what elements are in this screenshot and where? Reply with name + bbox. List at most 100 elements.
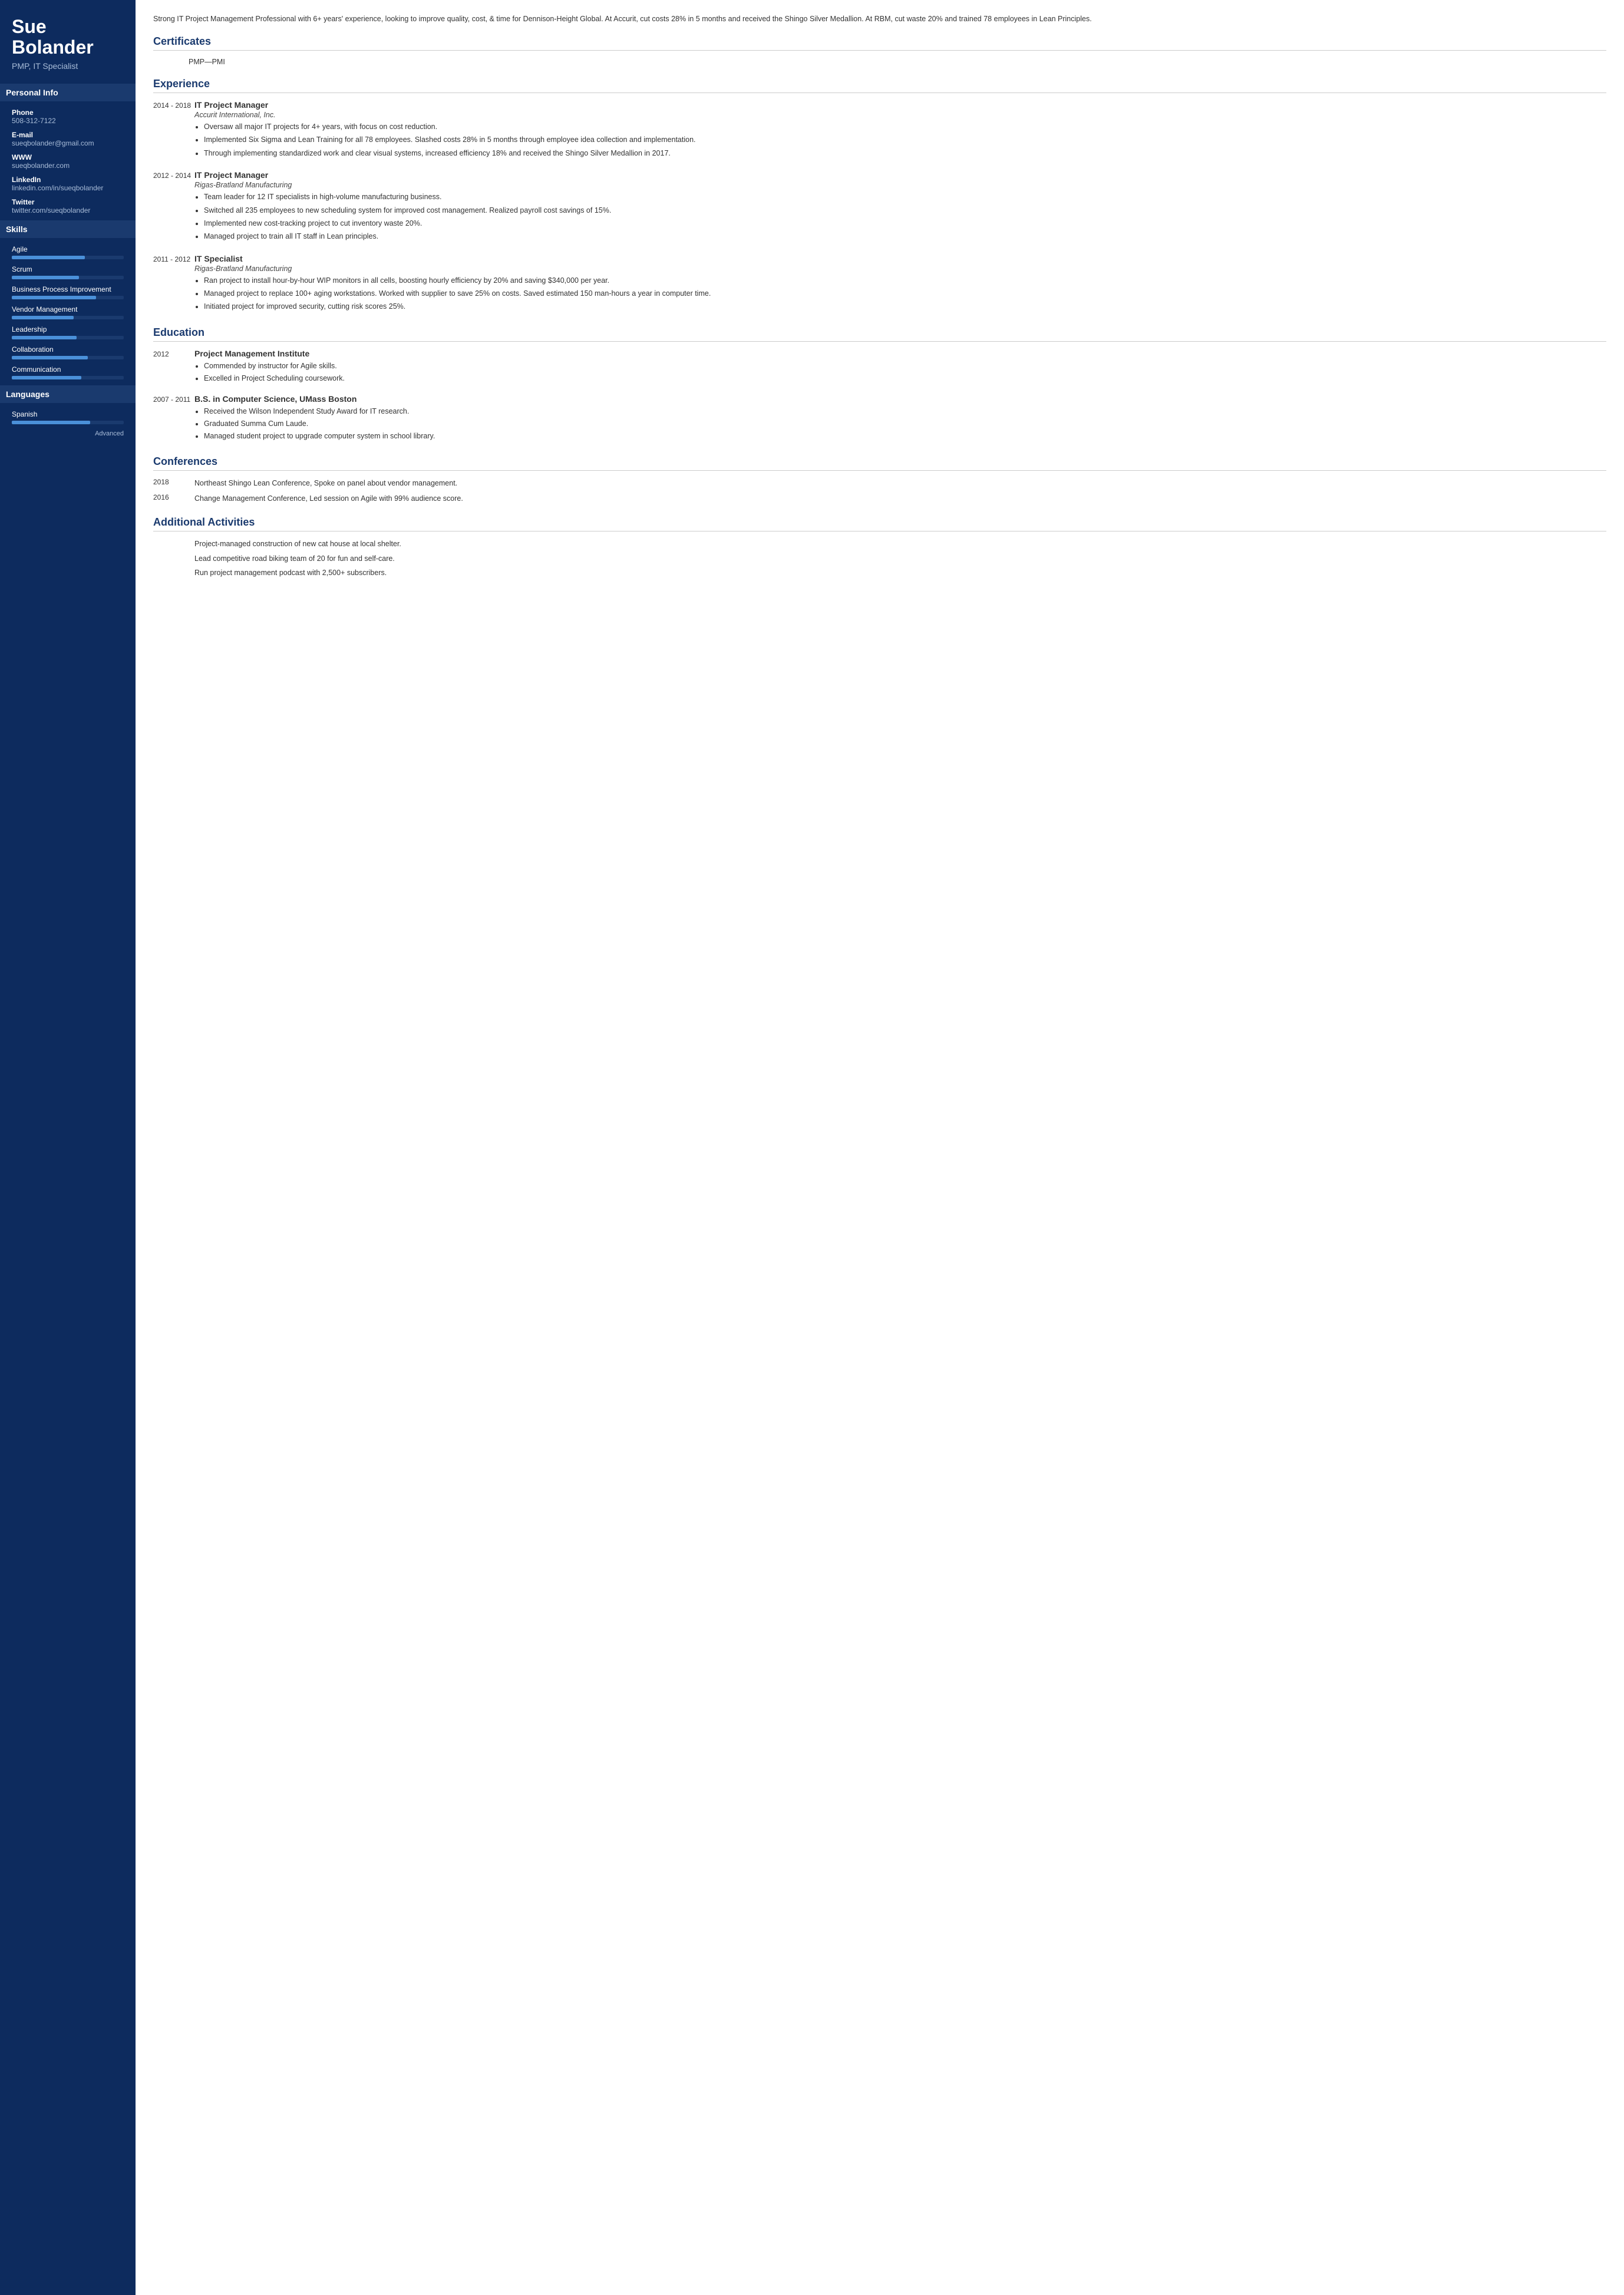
skill-name: Vendor Management bbox=[12, 305, 124, 313]
contact-item: Twittertwitter.com/sueqbolander bbox=[12, 198, 124, 214]
experience-title: Experience bbox=[153, 78, 1606, 93]
skill-item: Communication bbox=[12, 365, 124, 379]
contact-item: E-mailsueqbolander@gmail.com bbox=[12, 131, 124, 147]
exp-bullet: Ran project to install hour-by-hour WIP … bbox=[204, 275, 1606, 286]
exp-dates: 2012 - 2014 bbox=[153, 170, 194, 245]
summary-text: Strong IT Project Management Professiona… bbox=[153, 13, 1606, 25]
personal-info-section-title: Personal Info bbox=[0, 84, 136, 101]
skill-item: Collaboration bbox=[12, 345, 124, 359]
skill-bar-background bbox=[12, 376, 124, 379]
edu-bullets-list: Received the Wilson Independent Study Aw… bbox=[194, 406, 1606, 443]
skill-item: Leadership bbox=[12, 325, 124, 339]
contact-value: twitter.com/sueqbolander bbox=[12, 206, 124, 214]
contact-value: linkedin.com/in/sueqbolander bbox=[12, 184, 124, 192]
experience-entry: 2014 - 2018 IT Project Manager Accurit I… bbox=[153, 100, 1606, 161]
language-bar-fill bbox=[12, 421, 90, 424]
candidate-title: PMP, IT Specialist bbox=[12, 61, 124, 71]
education-entry: 2007 - 2011 B.S. in Computer Science, UM… bbox=[153, 394, 1606, 444]
exp-bullet: Switched all 235 employees to new schedu… bbox=[204, 205, 1606, 216]
conf-year: 2018 bbox=[153, 478, 194, 489]
exp-bullets-list: Oversaw all major IT projects for 4+ yea… bbox=[194, 121, 1606, 159]
conference-entry: 2018 Northeast Shingo Lean Conference, S… bbox=[153, 478, 1606, 489]
skill-bar-background bbox=[12, 256, 124, 259]
education-entry: 2012 Project Management Institute Commen… bbox=[153, 349, 1606, 386]
edu-bullet: Managed student project to upgrade compu… bbox=[204, 431, 1606, 442]
conf-text: Change Management Conference, Led sessio… bbox=[194, 493, 1606, 504]
languages-list: Spanish Advanced bbox=[12, 410, 124, 437]
exp-company: Accurit International, Inc. bbox=[194, 111, 1606, 119]
skill-bar-fill bbox=[12, 316, 74, 319]
certificates-list: PMP—PMI bbox=[153, 58, 1606, 66]
skill-item: Business Process Improvement bbox=[12, 285, 124, 299]
skill-name: Scrum bbox=[12, 265, 124, 273]
skill-bar-background bbox=[12, 296, 124, 299]
edu-institution: Project Management Institute bbox=[194, 349, 1606, 358]
skill-name: Business Process Improvement bbox=[12, 285, 124, 293]
education-list: 2012 Project Management Institute Commen… bbox=[153, 349, 1606, 444]
exp-company: Rigas-Bratland Manufacturing bbox=[194, 181, 1606, 189]
skill-bar-background bbox=[12, 356, 124, 359]
edu-bullets-list: Commended by instructor for Agile skills… bbox=[194, 361, 1606, 385]
activity-item: Run project management podcast with 2,50… bbox=[153, 567, 1606, 579]
edu-content: B.S. in Computer Science, UMass Boston R… bbox=[194, 394, 1606, 444]
exp-bullet: Team leader for 12 IT specialists in hig… bbox=[204, 191, 1606, 203]
language-bar-background bbox=[12, 421, 124, 424]
skill-item: Agile bbox=[12, 245, 124, 259]
exp-dates: 2014 - 2018 bbox=[153, 100, 194, 161]
conferences-title: Conferences bbox=[153, 455, 1606, 471]
skills-section-title: Skills bbox=[0, 220, 136, 238]
skill-name: Leadership bbox=[12, 325, 124, 333]
skill-name: Collaboration bbox=[12, 345, 124, 354]
skill-name: Communication bbox=[12, 365, 124, 374]
edu-bullet: Excelled in Project Scheduling coursewor… bbox=[204, 373, 1606, 384]
exp-content: IT Specialist Rigas-Bratland Manufacturi… bbox=[194, 254, 1606, 315]
exp-job-title: IT Specialist bbox=[194, 254, 1606, 263]
exp-bullet: Managed project to train all IT staff in… bbox=[204, 231, 1606, 242]
sidebar: Sue Bolander PMP, IT Specialist Personal… bbox=[0, 0, 136, 2295]
skill-bar-fill bbox=[12, 336, 77, 339]
edu-bullet: Commended by instructor for Agile skills… bbox=[204, 361, 1606, 372]
skill-bar-fill bbox=[12, 356, 88, 359]
experience-list: 2014 - 2018 IT Project Manager Accurit I… bbox=[153, 100, 1606, 315]
exp-content: IT Project Manager Rigas-Bratland Manufa… bbox=[194, 170, 1606, 245]
edu-content: Project Management Institute Commended b… bbox=[194, 349, 1606, 386]
edu-bullet: Graduated Summa Cum Laude. bbox=[204, 418, 1606, 430]
edu-institution: B.S. in Computer Science, UMass Boston bbox=[194, 394, 1606, 404]
skill-bar-fill bbox=[12, 256, 85, 259]
edu-year: 2012 bbox=[153, 349, 194, 386]
exp-bullets-list: Ran project to install hour-by-hour WIP … bbox=[194, 275, 1606, 313]
contact-label: LinkedIn bbox=[12, 176, 124, 184]
contact-item: LinkedInlinkedin.com/in/sueqbolander bbox=[12, 176, 124, 192]
skill-bar-background bbox=[12, 316, 124, 319]
experience-entry: 2011 - 2012 IT Specialist Rigas-Bratland… bbox=[153, 254, 1606, 315]
contact-label: WWW bbox=[12, 153, 124, 161]
skill-item: Scrum bbox=[12, 265, 124, 279]
activities-list: Project-managed construction of new cat … bbox=[153, 539, 1606, 579]
main-content: Strong IT Project Management Professiona… bbox=[136, 0, 1624, 2295]
experience-section: Experience 2014 - 2018 IT Project Manage… bbox=[153, 78, 1606, 315]
skills-list: Agile Scrum Business Process Improvement… bbox=[12, 245, 124, 379]
contact-value: sueqbolander.com bbox=[12, 161, 124, 170]
exp-bullet: Managed project to replace 100+ aging wo… bbox=[204, 288, 1606, 299]
exp-bullets-list: Team leader for 12 IT specialists in hig… bbox=[194, 191, 1606, 243]
activity-item: Lead competitive road biking team of 20 … bbox=[153, 553, 1606, 564]
exp-bullet: Oversaw all major IT projects for 4+ yea… bbox=[204, 121, 1606, 133]
language-name: Spanish bbox=[12, 410, 124, 418]
contact-item: Phone508-312-7122 bbox=[12, 108, 124, 125]
experience-entry: 2012 - 2014 IT Project Manager Rigas-Bra… bbox=[153, 170, 1606, 245]
skill-name: Agile bbox=[12, 245, 124, 253]
activities-title: Additional Activities bbox=[153, 516, 1606, 531]
contact-value: 508-312-7122 bbox=[12, 117, 124, 125]
edu-year: 2007 - 2011 bbox=[153, 394, 194, 444]
contact-label: E-mail bbox=[12, 131, 124, 139]
exp-bullet: Implemented Six Sigma and Lean Training … bbox=[204, 134, 1606, 146]
contact-label: Phone bbox=[12, 108, 124, 117]
exp-bullet: Initiated project for improved security,… bbox=[204, 301, 1606, 312]
contacts-list: Phone508-312-7122 E-mailsueqbolander@gmai… bbox=[12, 108, 124, 214]
certificate-item: PMP—PMI bbox=[153, 58, 1606, 66]
exp-bullet: Implemented new cost-tracking project to… bbox=[204, 218, 1606, 229]
exp-job-title: IT Project Manager bbox=[194, 170, 1606, 180]
skill-item: Vendor Management bbox=[12, 305, 124, 319]
certificates-title: Certificates bbox=[153, 35, 1606, 51]
conf-year: 2016 bbox=[153, 493, 194, 504]
